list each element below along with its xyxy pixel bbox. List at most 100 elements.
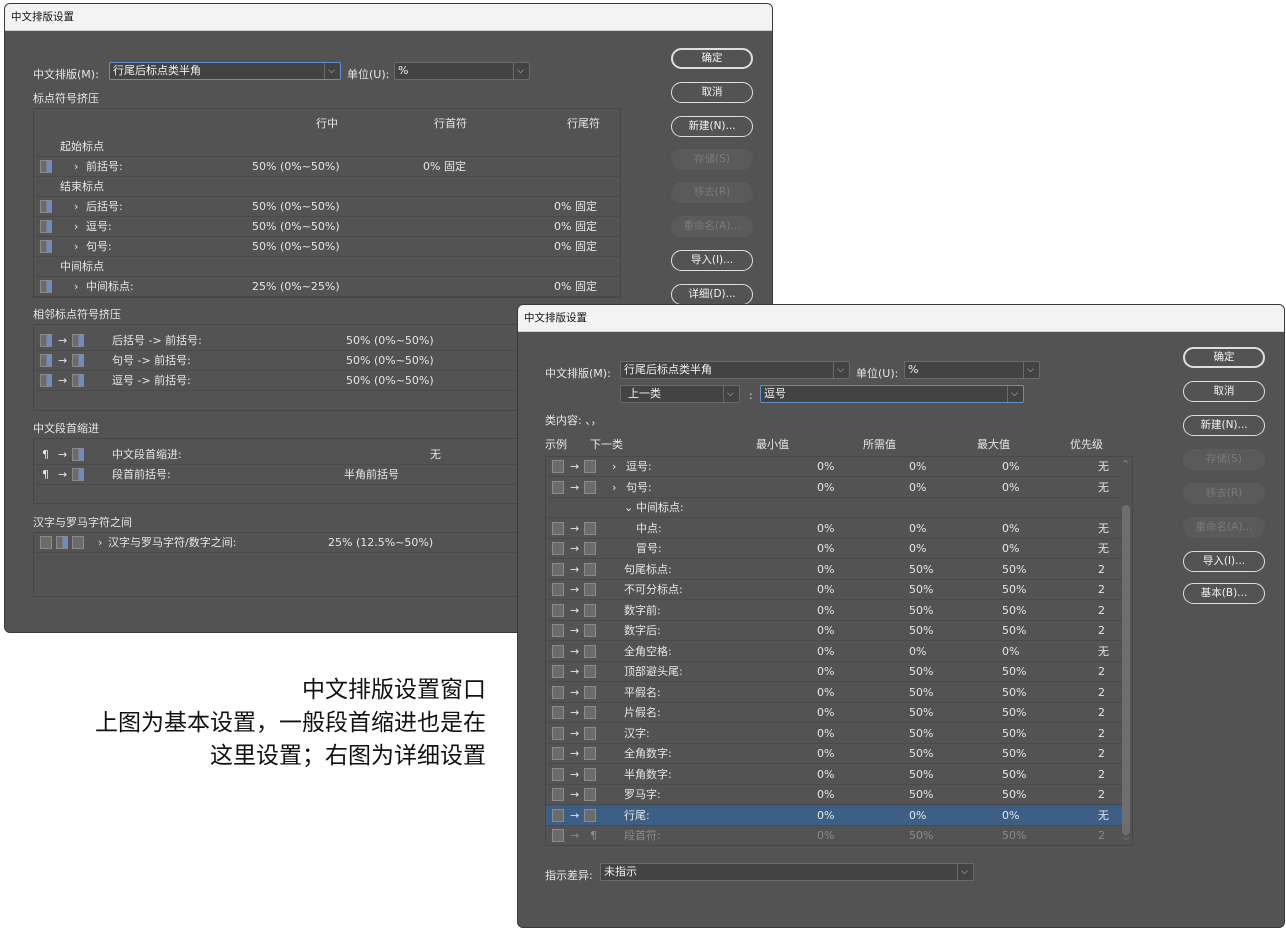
arrow-icon: → <box>570 644 580 658</box>
save-button[interactable]: 存储(S) <box>671 149 753 170</box>
table-row[interactable]: → 半角数字: 0% 50% 50% 2 <box>546 765 1122 785</box>
row-desired: 50% <box>909 747 934 760</box>
row-label: 顶部避头尾: <box>624 665 683 678</box>
row-priority: 2 <box>1098 665 1105 678</box>
arrow-icon: → <box>58 334 68 347</box>
next-class-select[interactable]: 逗号 ⌵ <box>760 385 1024 403</box>
row-value: 半角前括号 <box>344 468 399 481</box>
row-label: 逗号 -> 前括号: <box>112 374 191 387</box>
unit-select-value: % <box>398 64 409 77</box>
colon: : <box>749 389 753 402</box>
header-start: 行首符 <box>434 117 467 130</box>
ok-button[interactable]: 确定 <box>1183 347 1265 368</box>
chevron-down-icon: ⌵ <box>833 362 847 378</box>
chevron-right-icon: › <box>98 536 103 549</box>
row-min: 0% <box>817 480 835 494</box>
unit-select[interactable]: % ⌵ <box>904 361 1040 379</box>
table-row[interactable]: → 顶部避头尾: 0% 50% 50% 2 <box>546 662 1122 682</box>
table-row[interactable]: → 数字后: 0% 50% 50% 2 <box>546 621 1122 641</box>
arrow-icon: → <box>570 624 580 637</box>
row-desired: 50% <box>909 829 934 842</box>
window-title: 中文排版设置 <box>5 4 772 31</box>
table-row[interactable]: → 中点: 0% 0% 0% 无 <box>546 519 1122 539</box>
unit-label: 单位(U): <box>856 367 899 380</box>
table-row[interactable]: → 全角数字: 0% 50% 50% 2 <box>546 744 1122 764</box>
table-row[interactable]: › 中间标点: 25% (0%~25%) 0% 固定 <box>34 277 620 297</box>
table-row[interactable]: → 平假名: 0% 50% 50% 2 <box>546 683 1122 703</box>
scroll-down-icon[interactable]: ⌵ <box>1123 833 1129 843</box>
header-max: 最大值 <box>977 438 1010 451</box>
table-row[interactable]: → 片假名: 0% 50% 50% 2 <box>546 703 1122 723</box>
punct-icon <box>40 280 52 293</box>
row-label: 后括号: <box>86 200 123 213</box>
cancel-button[interactable]: 取消 <box>1183 381 1265 402</box>
caption-line-2: 上图为基本设置，一般段首缩进也是在 <box>95 710 486 736</box>
row-min: 0% <box>817 829 835 842</box>
punct-icon <box>72 448 84 461</box>
arrow-icon: → <box>570 726 580 740</box>
table-row[interactable]: → ¶ 段首符: 0% 50% 50% 2 <box>546 826 1122 845</box>
row-label: 中点: <box>636 521 662 535</box>
table-row[interactable]: → 行尾: 0% 0% 0% 无 <box>546 805 1122 826</box>
unit-select[interactable]: % ⌵ <box>394 62 530 80</box>
row-end-value: 0% 固定 <box>554 200 597 213</box>
save-button[interactable]: 存储(S) <box>1183 449 1265 470</box>
basic-button[interactable]: 基本(B)... <box>1183 583 1265 604</box>
scrollbar-thumb[interactable] <box>1122 505 1130 835</box>
new-button[interactable]: 新建(N)... <box>1183 415 1265 436</box>
group-row[interactable]: ⌄ 中间标点: <box>546 498 1122 518</box>
chevron-right-icon: › <box>74 160 79 173</box>
import-button[interactable]: 导入(I)... <box>1183 551 1265 572</box>
table-row[interactable]: → 不可分标点: 0% 50% 50% 2 <box>546 580 1122 600</box>
sample-icon <box>552 562 564 576</box>
table-row[interactable]: → 全角空格: 0% 0% 0% 无 <box>546 642 1122 662</box>
table-row[interactable]: → › 句号: 0% 0% 0% 无 <box>546 478 1122 498</box>
chevron-right-icon: › <box>74 200 79 213</box>
cjk-select-value: 行尾后标点类半角 <box>624 363 712 376</box>
row-label: 后括号 -> 前括号: <box>112 334 202 347</box>
table-row[interactable]: › 逗号: 50% (0%~50%) 0% 固定 <box>34 217 620 237</box>
table-row[interactable]: → 罗马字: 0% 50% 50% 2 <box>546 785 1122 805</box>
ok-button[interactable]: 确定 <box>671 48 753 69</box>
row-value: 50% (0%~50%) <box>346 334 434 347</box>
header-priority: 优先级 <box>1070 438 1103 451</box>
table-row[interactable]: › 前括号: 50% (0%~50%) 0% 固定 <box>34 157 620 177</box>
class-icon <box>584 767 596 781</box>
row-label: 数字前: <box>624 603 661 617</box>
table-row[interactable]: › 后括号: 50% (0%~50%) 0% 固定 <box>34 197 620 217</box>
table-row[interactable]: → 句尾标点: 0% 50% 50% 2 <box>546 560 1122 580</box>
import-button[interactable]: 导入(I)... <box>671 250 753 271</box>
remove-button[interactable]: 移去(R) <box>671 182 753 203</box>
cjk-select[interactable]: 行尾后标点类半角 ⌵ <box>109 62 341 80</box>
arrow-icon: → <box>570 685 580 699</box>
row-min: 0% <box>817 542 835 555</box>
row-mid-value: 25% (0%~25%) <box>252 280 340 293</box>
detail-button[interactable]: 详细(D)... <box>671 284 753 305</box>
punct-icon <box>72 468 84 481</box>
arrow-icon: → <box>570 767 580 781</box>
table-row[interactable]: → › 逗号: 0% 0% 0% 无 <box>546 457 1122 477</box>
scroll-up-icon[interactable]: ^ <box>1122 459 1129 468</box>
row-mid-value: 50% (0%~50%) <box>252 200 340 213</box>
row-priority: 2 <box>1098 562 1105 576</box>
rename-button[interactable]: 重命名(A)... <box>671 216 753 237</box>
remove-button[interactable]: 移去(R) <box>1183 483 1265 504</box>
cjk-select[interactable]: 行尾后标点类半角 ⌵ <box>620 361 850 379</box>
table-row[interactable]: → 数字前: 0% 50% 50% 2 <box>546 601 1122 621</box>
row-desired: 0% <box>909 521 927 535</box>
chevron-down-icon: ⌵ <box>513 63 527 79</box>
prev-class-select[interactable]: 上一类 ⌵ <box>620 385 740 403</box>
rename-button[interactable]: 重命名(A)... <box>1183 517 1265 538</box>
diff-select[interactable]: 未指示 ⌵ <box>600 863 974 881</box>
table-row[interactable]: › 句号: 50% (0%~50%) 0% 固定 <box>34 237 620 257</box>
arrow-icon: → <box>570 562 580 576</box>
row-label: 半角数字: <box>624 767 672 781</box>
row-label: 数字后: <box>624 624 661 637</box>
row-desired: 50% <box>909 583 934 596</box>
new-button[interactable]: 新建(N)... <box>671 116 753 137</box>
cjk-label: 中文排版(M): <box>33 68 99 81</box>
cancel-button[interactable]: 取消 <box>671 82 753 103</box>
detail-table: → › 逗号: 0% 0% 0% 无 → › 句号: 0% 0% 0% 无 ⌄ 中间标点: → 中点: 0% 0% 0%… <box>545 456 1133 846</box>
table-row[interactable]: → 冒号: 0% 0% 0% 无 <box>546 539 1122 559</box>
table-row[interactable]: → 汉字: 0% 50% 50% 2 <box>546 724 1122 744</box>
